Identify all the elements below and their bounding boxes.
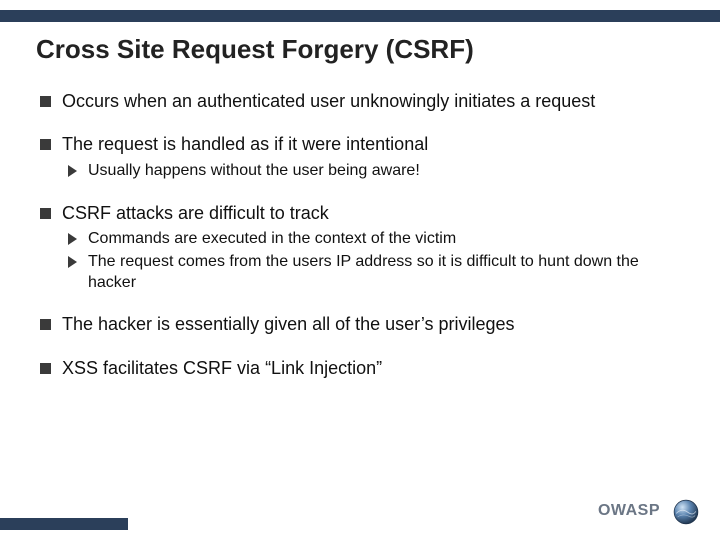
footer-bar [0,518,128,530]
slide-content: Occurs when an authenticated user unknow… [36,90,684,400]
sub-bullet-list: Usually happens without the user being a… [66,161,684,182]
bullet-text: Commands are executed in the context of … [88,230,456,247]
list-item: The hacker is essentially given all of t… [36,313,684,336]
sub-bullet-list: Commands are executed in the context of … [66,229,684,293]
bullet-text: The request is handled as if it were int… [62,134,428,154]
bullet-text: Occurs when an authenticated user unknow… [62,91,595,111]
bullet-text: XSS facilitates CSRF via “Link Injection… [62,358,382,378]
header-bar [0,10,720,22]
list-item: The request comes from the users IP addr… [66,252,684,294]
bullet-text: CSRF attacks are difficult to track [62,203,329,223]
list-item: Usually happens without the user being a… [66,161,684,182]
list-item: XSS facilitates CSRF via “Link Injection… [36,357,684,380]
bullet-list: Occurs when an authenticated user unknow… [36,90,684,380]
list-item: CSRF attacks are difficult to track Comm… [36,202,684,294]
list-item: Occurs when an authenticated user unknow… [36,90,684,113]
bullet-text: The request comes from the users IP addr… [88,253,639,291]
list-item: The request is handled as if it were int… [36,133,684,181]
list-item: Commands are executed in the context of … [66,229,684,250]
slide: Cross Site Request Forgery (CSRF) Occurs… [0,0,720,540]
bullet-text: The hacker is essentially given all of t… [62,314,515,334]
owasp-logo-icon [672,498,700,526]
slide-title: Cross Site Request Forgery (CSRF) [36,34,474,65]
bullet-text: Usually happens without the user being a… [88,162,420,179]
footer-org-label: OWASP [598,502,660,520]
